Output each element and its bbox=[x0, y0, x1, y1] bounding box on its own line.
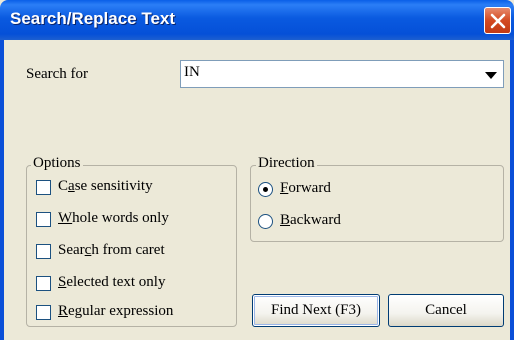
backward-radio[interactable] bbox=[258, 214, 273, 229]
search-from-caret-checkbox[interactable] bbox=[36, 244, 51, 259]
selected-text-label[interactable]: Selected text only bbox=[58, 274, 165, 291]
whole-words-accel: W bbox=[58, 210, 73, 226]
backward-label[interactable]: Backward bbox=[280, 212, 341, 229]
backward-accel: B bbox=[280, 212, 291, 228]
search-from-caret-post: h from caret bbox=[91, 242, 165, 258]
title-bar[interactable]: Search/Replace Text bbox=[0, 0, 514, 40]
find-next-button[interactable]: Find Next (F3) bbox=[252, 294, 380, 327]
regular-expression-accel: R bbox=[58, 303, 69, 319]
case-sensitivity-pre: C bbox=[58, 178, 69, 194]
forward-post: orward bbox=[288, 180, 331, 196]
close-button[interactable] bbox=[484, 7, 511, 34]
selected-text-post: elected text only bbox=[66, 274, 166, 290]
case-sensitivity-accel: a bbox=[68, 178, 75, 194]
options-group-title: Options bbox=[31, 155, 83, 172]
whole-words-label[interactable]: Whole words only bbox=[58, 210, 169, 227]
case-sensitivity-checkbox[interactable] bbox=[36, 180, 51, 195]
case-sensitivity-label[interactable]: Case sensitivity bbox=[58, 178, 153, 195]
cancel-button[interactable]: Cancel bbox=[388, 294, 504, 327]
search-input[interactable]: IN bbox=[184, 64, 200, 81]
window-title: Search/Replace Text bbox=[10, 9, 176, 28]
whole-words-post: hole words only bbox=[72, 210, 169, 226]
forward-label[interactable]: Forward bbox=[280, 180, 331, 197]
window-frame-left bbox=[0, 40, 4, 340]
forward-radio[interactable] bbox=[258, 182, 273, 197]
close-icon bbox=[490, 13, 506, 29]
chevron-down-icon[interactable] bbox=[485, 72, 497, 79]
search-from-caret-pre: Sear bbox=[58, 242, 85, 258]
direction-group-title: Direction bbox=[256, 155, 317, 172]
search-combobox[interactable]: IN bbox=[180, 60, 504, 88]
regular-expression-checkbox[interactable] bbox=[36, 305, 51, 320]
backward-post: ackward bbox=[290, 212, 341, 228]
search-from-caret-label[interactable]: Search from caret bbox=[58, 242, 165, 259]
regular-expression-post: egular expression bbox=[68, 303, 174, 319]
window-frame-right bbox=[510, 40, 514, 340]
direction-group bbox=[250, 165, 504, 242]
search-for-label: Search for bbox=[26, 66, 89, 82]
case-sensitivity-post: se sensitivity bbox=[74, 178, 153, 194]
regular-expression-label[interactable]: Regular expression bbox=[58, 303, 173, 320]
radio-selected-dot bbox=[263, 187, 268, 192]
selected-text-checkbox[interactable] bbox=[36, 276, 51, 291]
whole-words-checkbox[interactable] bbox=[36, 212, 51, 227]
